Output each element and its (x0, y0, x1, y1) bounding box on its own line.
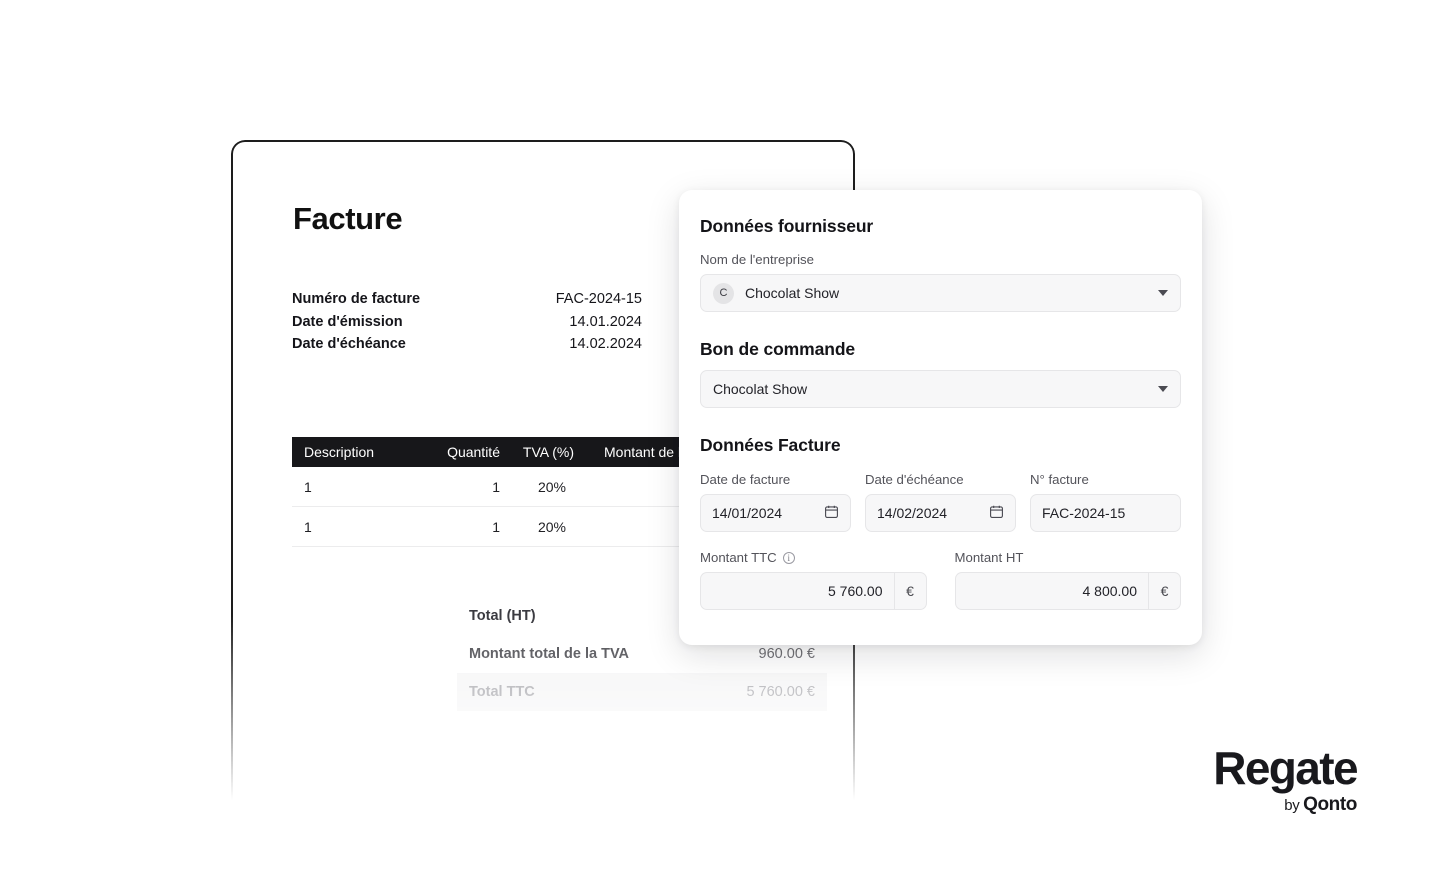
invoice-section-title: Données Facture (700, 435, 1181, 456)
company-name-label: Nom de l'entreprise (700, 252, 1181, 267)
meta-label: Date d'échéance (292, 333, 406, 356)
meta-row: Date d'émission 14.01.2024 (292, 311, 642, 334)
column-header-tva: TVA (%) (500, 444, 588, 460)
cell-tva: 20% (500, 519, 588, 535)
company-select-value-wrap: C Chocolat Show (713, 283, 839, 304)
cell-description: 1 (292, 519, 412, 535)
invoice-number-group: N° facture FAC-2024-15 (1030, 458, 1181, 532)
regate-logo: Regate by Qonto (1187, 744, 1357, 816)
currency-suffix-euro: € (894, 572, 927, 610)
column-header-quantity: Quantité (412, 444, 500, 460)
amount-ht-group: Montant HT 4 800.00 € (955, 536, 1182, 610)
total-row-ttc: Total TTC 5 760.00 € (457, 673, 827, 711)
invoice-fields-row: Date de facture 14/01/2024 Date d'échéan… (700, 458, 1181, 532)
amount-ht-label: Montant HT (955, 550, 1024, 565)
meta-label: Numéro de facture (292, 288, 420, 311)
invoice-meta: Numéro de facture FAC-2024-15 Date d'émi… (292, 288, 642, 356)
screen: Facture Numéro de facture FAC-2024-15 Da… (0, 0, 1434, 896)
due-date-group: Date d'échéance 14/02/2024 (865, 458, 1016, 532)
meta-row: Date d'échéance 14.02.2024 (292, 333, 642, 356)
supplier-section-title: Données fournisseur (700, 216, 1181, 237)
amount-ttc-field[interactable]: 5 760.00 € (700, 572, 927, 610)
page-title: Facture (293, 201, 402, 237)
cell-tva: 20% (500, 479, 588, 495)
meta-row: Numéro de facture FAC-2024-15 (292, 288, 642, 311)
total-label: Total (HT) (469, 608, 536, 624)
invoice-number-label: N° facture (1030, 472, 1181, 487)
amount-ht-value[interactable]: 4 800.00 (955, 572, 1149, 610)
total-label: Montant total de la TVA (469, 646, 629, 662)
logo-by-text: by (1284, 797, 1303, 814)
cell-quantity: 1 (412, 479, 500, 495)
amount-ttc-group: Montant TTC i 5 760.00 € (700, 536, 927, 610)
amount-ht-field[interactable]: 4 800.00 € (955, 572, 1182, 610)
meta-label: Date d'émission (292, 311, 403, 334)
amount-ttc-value[interactable]: 5 760.00 (700, 572, 894, 610)
amount-ttc-label: Montant TTC (700, 550, 777, 565)
meta-value: 14.02.2024 (569, 333, 642, 356)
calendar-icon[interactable] (824, 504, 839, 522)
currency-suffix-euro: € (1148, 572, 1181, 610)
total-label: Total TTC (469, 684, 535, 700)
logo-byline: by Qonto (1187, 794, 1357, 816)
company-name-select[interactable]: C Chocolat Show (700, 274, 1181, 312)
invoice-number-value: FAC-2024-15 (1042, 505, 1125, 521)
amounts-row: Montant TTC i 5 760.00 € Montant HT 4 80… (700, 536, 1181, 610)
chevron-down-icon[interactable] (1158, 386, 1168, 392)
invoice-date-label: Date de facture (700, 472, 851, 487)
cell-description: 1 (292, 479, 412, 495)
meta-value: 14.01.2024 (569, 311, 642, 334)
meta-value: FAC-2024-15 (556, 288, 642, 311)
logo-qonto-text: Qonto (1303, 794, 1357, 815)
logo-wordmark: Regate (1187, 744, 1357, 792)
company-name-value: Chocolat Show (745, 285, 839, 301)
purchase-order-value: Chocolat Show (713, 381, 807, 397)
chevron-down-icon[interactable] (1158, 290, 1168, 296)
total-value: 960.00 € (759, 646, 815, 662)
cell-quantity: 1 (412, 519, 500, 535)
amount-ttc-label-row: Montant TTC i (700, 550, 927, 565)
invoice-form-panel: Données fournisseur Nom de l'entreprise … (679, 190, 1202, 645)
invoice-date-input[interactable]: 14/01/2024 (700, 494, 851, 532)
avatar: C (713, 283, 734, 304)
invoice-number-input[interactable]: FAC-2024-15 (1030, 494, 1181, 532)
due-date-label: Date d'échéance (865, 472, 1016, 487)
calendar-icon[interactable] (989, 504, 1004, 522)
invoice-date-group: Date de facture 14/01/2024 (700, 458, 851, 532)
purchase-order-select[interactable]: Chocolat Show (700, 370, 1181, 408)
due-date-value: 14/02/2024 (877, 505, 947, 521)
due-date-input[interactable]: 14/02/2024 (865, 494, 1016, 532)
amount-ht-label-row: Montant HT (955, 550, 1182, 565)
column-header-description: Description (292, 444, 412, 460)
purchase-order-section-title: Bon de commande (700, 339, 1181, 360)
invoice-date-value: 14/01/2024 (712, 505, 782, 521)
info-icon[interactable]: i (783, 552, 795, 564)
total-value: 5 760.00 € (746, 684, 815, 700)
